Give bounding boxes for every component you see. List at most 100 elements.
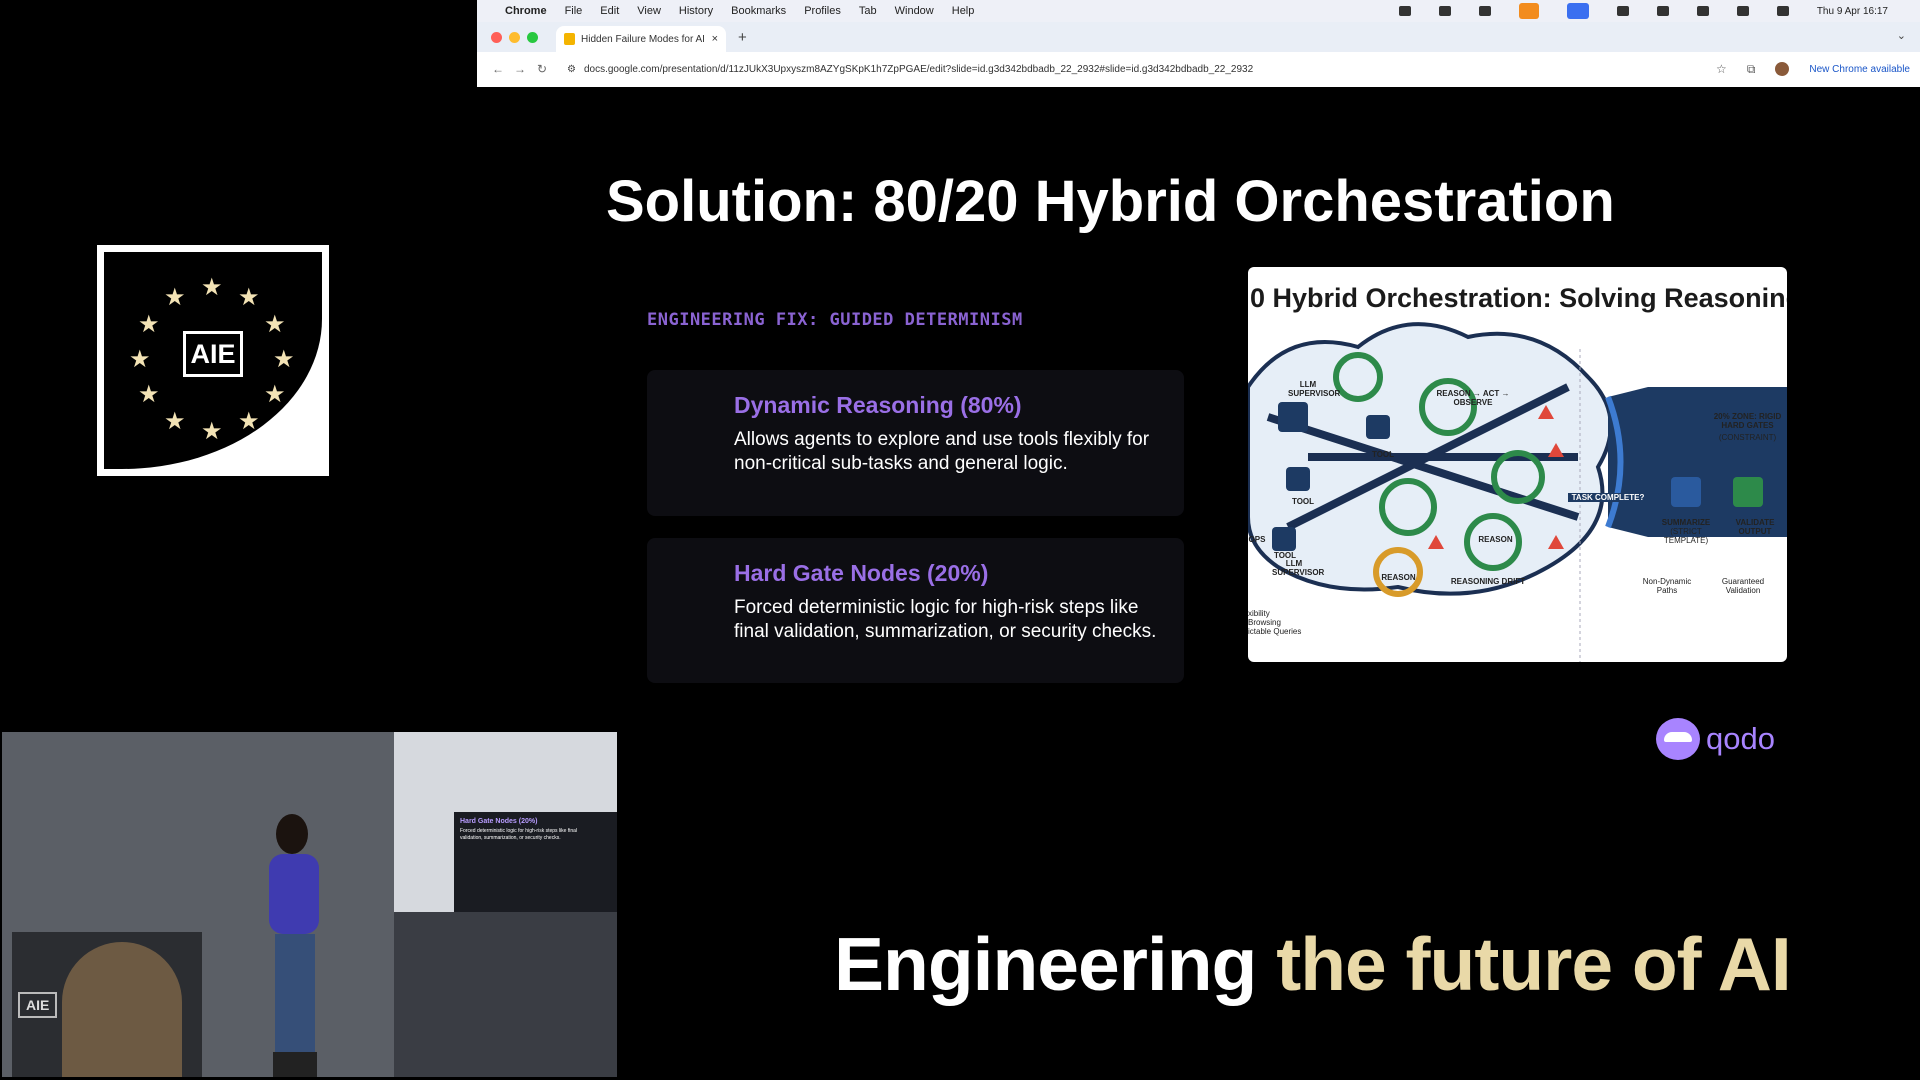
qodo-logo: qodo (1656, 718, 1775, 760)
wifi-icon[interactable] (1696, 6, 1709, 16)
diagram-label: Guaranteed Validation (1721, 577, 1765, 595)
card-title: Hard Gate Nodes (20%) (734, 560, 989, 586)
star-icon: ★ (264, 311, 286, 338)
projected-title: Hard Gate Nodes (20%) (460, 818, 538, 825)
bookmark-star-icon[interactable]: ☆ (1716, 62, 1727, 76)
audience-member (62, 942, 182, 1077)
chevron-down-icon[interactable]: ⌄ (1897, 29, 1906, 42)
tagline-part1: Engineering (834, 922, 1277, 1006)
moon-icon[interactable] (1616, 6, 1629, 16)
diagram-label: 20% ZONE: RIGID HARD GATES (1713, 412, 1782, 430)
star-icon: ★ (138, 311, 160, 338)
diagram-label: LLM SUPERVISOR (1272, 559, 1325, 577)
diagram-label: REASON (1381, 573, 1416, 582)
star-icon: ★ (238, 284, 260, 311)
aie-logo-text: AIE (183, 331, 243, 377)
star-icon: ★ (238, 408, 260, 435)
aie-logo-background: ★ ★ ★ ★ ★ ★ ★ ★ ★ ★ ★ ★ AIE (104, 252, 322, 469)
menu-file[interactable]: File (565, 5, 583, 17)
status-area: Thu 9 Apr 16:17 (1398, 0, 1906, 22)
diagram-label: SUMMARIZE (1661, 518, 1711, 527)
dynamic-reasoning-card: Dynamic Reasoning (80%) Allows agents to… (647, 370, 1184, 516)
screen-share-icon[interactable] (1566, 3, 1589, 19)
diagram-label: Non-Dynamic Paths (1642, 577, 1692, 595)
event-tagline: Engineering the future of AI (834, 921, 1792, 1007)
maximize-window-button[interactable] (527, 31, 538, 43)
back-icon[interactable]: ← (487, 62, 509, 76)
window-controls (491, 31, 538, 43)
speaker-video: Hard Gate Nodes (20%) Forced determinist… (2, 732, 617, 1077)
star-icon: ★ (273, 346, 295, 373)
address-toolbar: ← → ↻ ⚙ docs.google.com/presentation/d/1… (477, 52, 1920, 86)
menu-profiles[interactable]: Profiles (804, 5, 841, 17)
forward-icon[interactable]: → (509, 62, 531, 76)
diagram-label: REASON (1478, 535, 1513, 544)
diagram-label: LLM SUPERVISOR (1288, 380, 1341, 398)
star-icon: ★ (264, 381, 286, 408)
speaker-figure (269, 814, 319, 1077)
diagram-illustration (1248, 322, 1787, 662)
clock[interactable]: Thu 9 Apr 16:17 (1817, 6, 1888, 17)
star-icon: ★ (164, 284, 186, 311)
menu-help[interactable]: Help (952, 5, 975, 17)
diagram-label: TASK COMPLETE? (1568, 493, 1648, 502)
update-button[interactable]: New Chrome available (1809, 64, 1910, 75)
extensions-icon[interactable]: ⧉ (1747, 62, 1756, 77)
menu-tab[interactable]: Tab (859, 5, 877, 17)
star-icon: ★ (129, 346, 151, 373)
status-icon[interactable] (1438, 6, 1451, 16)
diagram-label: REASONING DRIFT (1450, 577, 1526, 586)
diagram-label: TOOL (1291, 497, 1315, 506)
diagram-label: TOOL (1273, 551, 1297, 560)
card-body: Forced deterministic logic for high-risk… (734, 597, 1157, 642)
close-window-button[interactable] (491, 31, 502, 43)
diagram-label: (CONSTRAINT) (1718, 433, 1777, 442)
menu-edit[interactable]: Edit (600, 5, 619, 17)
toolbar-right: ☆ ⧉ New Chrome available (1716, 52, 1910, 86)
status-icon[interactable] (1478, 6, 1491, 16)
microphone-icon[interactable] (1518, 3, 1539, 19)
search-icon[interactable] (1736, 6, 1749, 16)
projected-body: Forced deterministic logic for high-risk… (460, 828, 577, 841)
diagram-label: REASON → ACT → OBSERVE (1436, 389, 1510, 407)
qodo-mark-icon (1656, 718, 1700, 760)
card-title: Dynamic Reasoning (80%) (734, 392, 1022, 418)
tab-title: Hidden Failure Modes for AI (581, 33, 705, 45)
menu-app-name[interactable]: Chrome (505, 5, 547, 17)
menu-history[interactable]: History (679, 5, 713, 17)
url-bar[interactable]: docs.google.com/presentation/d/11zJUkX3U… (584, 64, 1253, 75)
qodo-wordmark: qodo (1706, 721, 1775, 756)
star-icon: ★ (201, 274, 223, 301)
tagline-part2: the future of AI (1276, 922, 1791, 1006)
tab-strip: Hidden Failure Modes for AI × + ⌄ (477, 22, 1920, 52)
minimize-window-button[interactable] (509, 31, 520, 43)
projector-screen: Hard Gate Nodes (20%) Forced determinist… (394, 732, 617, 912)
control-center-icon[interactable] (1776, 6, 1789, 16)
close-tab-icon[interactable]: × (712, 33, 718, 45)
card-body: Allows agents to explore and use tools f… (734, 429, 1150, 474)
slide-kicker: ENGINEERING FIX: GUIDED DETERMINISM (647, 310, 1023, 330)
orchestration-diagram: 0 Hybrid Orchestration: Solving Reasonin… (1248, 267, 1787, 662)
browser-window: Chrome File Edit View History Bookmarks … (477, 0, 1920, 87)
podium-label: AIE (18, 992, 58, 1018)
new-tab-button[interactable]: + (738, 29, 747, 46)
projected-slide: Hard Gate Nodes (20%) Forced determinist… (454, 812, 617, 912)
site-info-icon[interactable]: ⚙ (567, 64, 576, 75)
status-icon[interactable] (1398, 6, 1411, 16)
slide-title: Solution: 80/20 Hybrid Orchestration (606, 169, 1615, 234)
menu-bookmarks[interactable]: Bookmarks (731, 5, 786, 17)
macos-menubar: Chrome File Edit View History Bookmarks … (477, 0, 1920, 22)
battery-icon[interactable] (1656, 6, 1669, 16)
star-icon: ★ (201, 418, 223, 445)
menu-window[interactable]: Window (895, 5, 934, 17)
diagram-label: xibility Browsing ictable Queries (1248, 609, 1302, 636)
profile-avatar[interactable] (1775, 62, 1790, 76)
star-icon: ★ (164, 408, 186, 435)
aie-logo: ★ ★ ★ ★ ★ ★ ★ ★ ★ ★ ★ ★ AIE (97, 245, 329, 476)
diagram-label: (STRICT TEMPLATE) (1663, 527, 1709, 545)
star-icon: ★ (138, 381, 160, 408)
menu-view[interactable]: View (637, 5, 661, 17)
reload-icon[interactable]: ↻ (531, 62, 553, 76)
browser-tab[interactable]: Hidden Failure Modes for AI × (556, 26, 726, 52)
slides-favicon-icon (564, 33, 575, 45)
